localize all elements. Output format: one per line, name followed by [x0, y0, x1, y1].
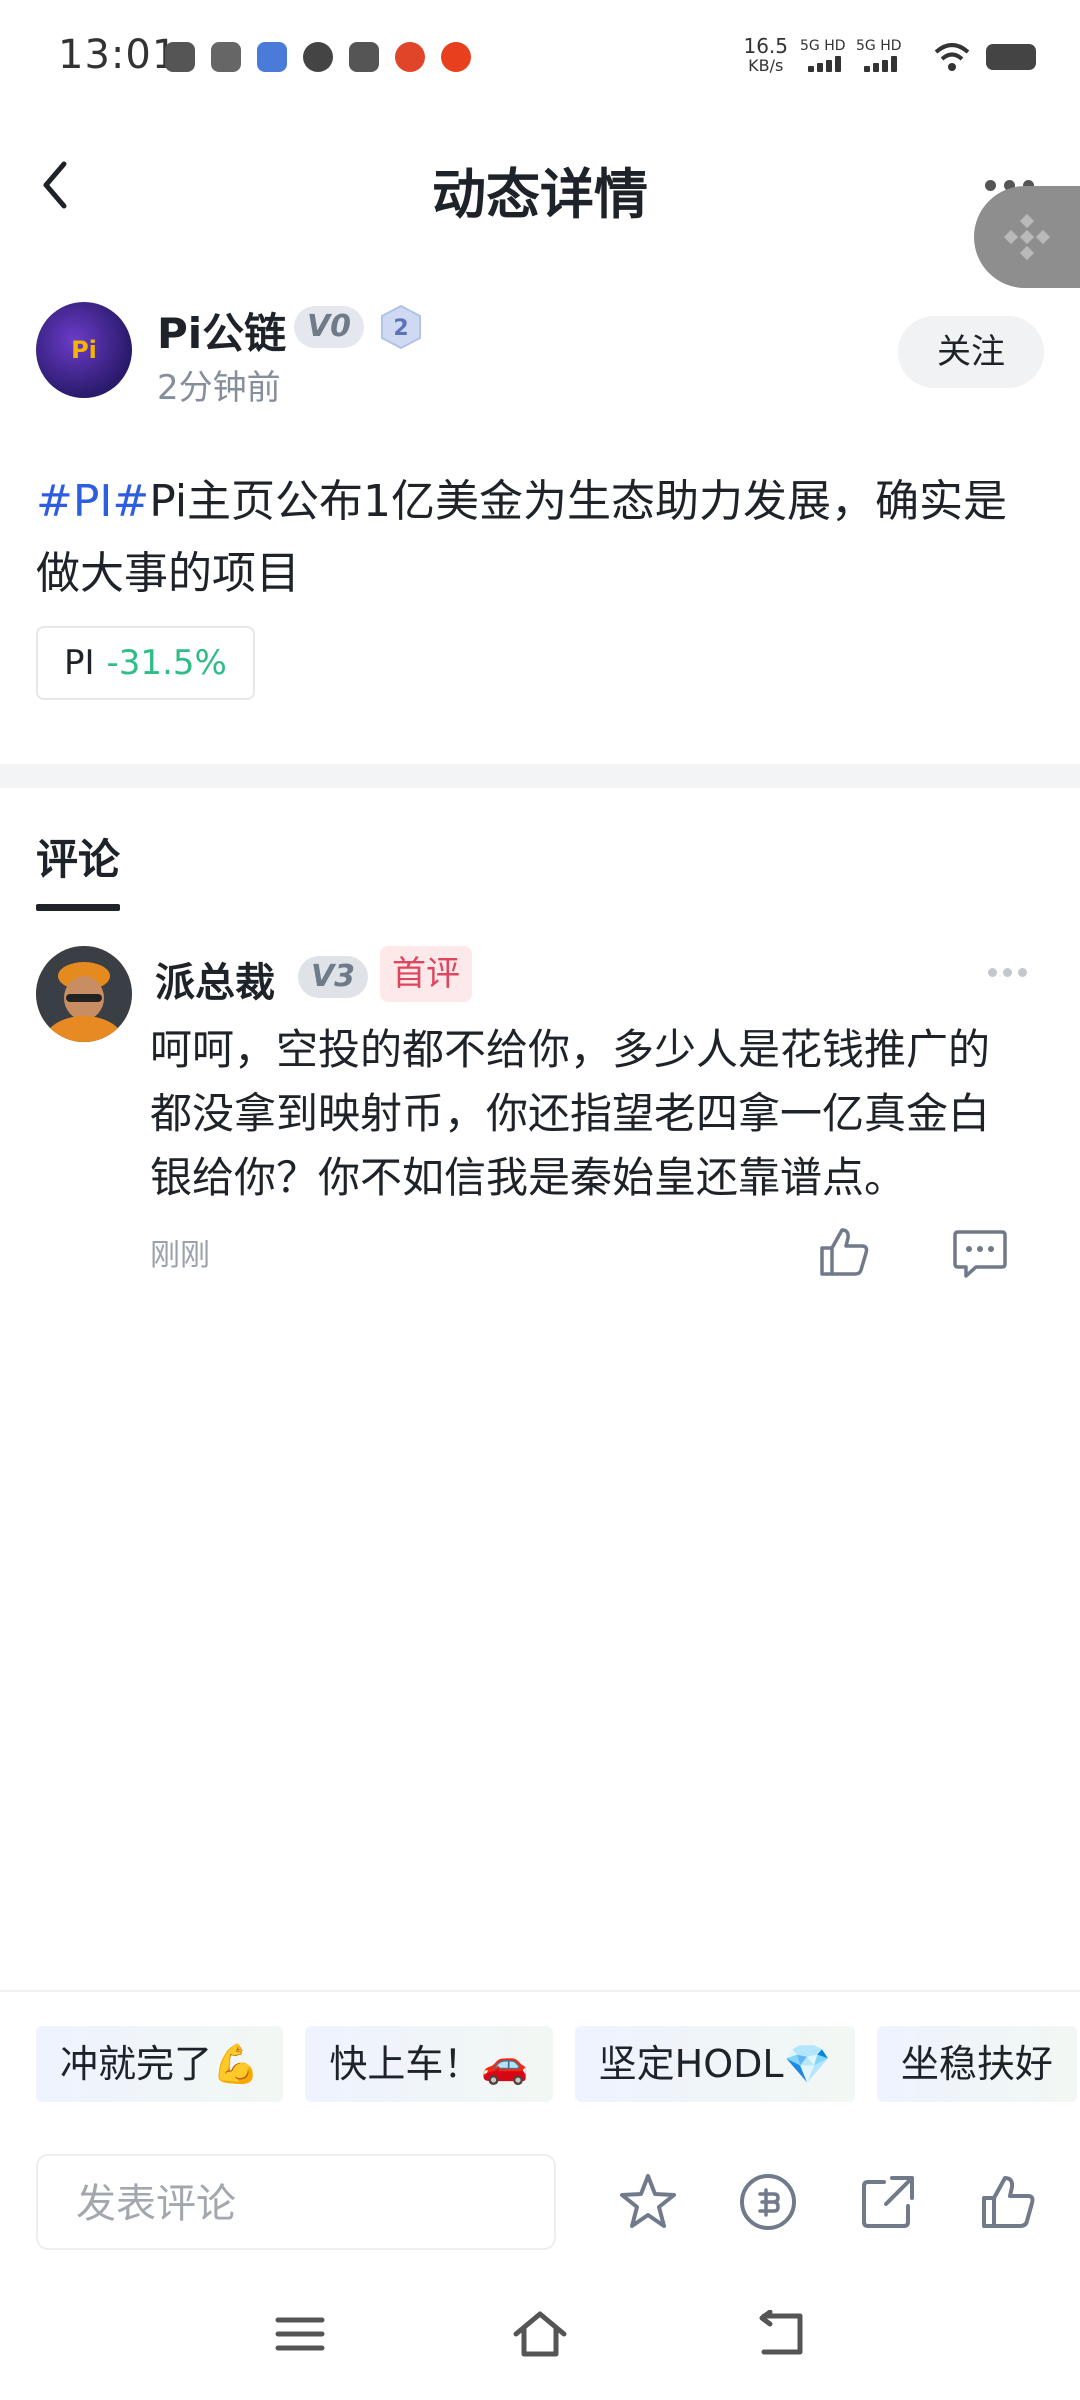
first-comment-badge: 首评	[380, 946, 472, 1002]
app-icon	[211, 42, 241, 72]
telegram-icon	[349, 42, 379, 72]
section-divider	[0, 764, 1080, 788]
quick-reply-chip[interactable]: 冲就完了💪	[36, 2026, 284, 2102]
back-nav-icon[interactable]	[752, 2310, 808, 2358]
author-level-badge: V0	[294, 306, 364, 348]
wechat-icon	[165, 42, 195, 72]
net-speed: 16.5 KB/s	[743, 36, 788, 76]
reply-icon[interactable]	[952, 1228, 1008, 1280]
author-avatar[interactable]: Pi	[36, 302, 132, 398]
binance-float-button[interactable]	[974, 186, 1080, 288]
wifi-icon	[934, 43, 970, 71]
net-speed-value: 16.5	[743, 34, 788, 58]
quick-reply-chip[interactable]: 坐稳扶好	[876, 2026, 1077, 2102]
comment-text: 呵呵，空投的都不给你，多少人是花钱推广的都没拿到映射币，你还指望老四拿一亿真金白…	[150, 1025, 991, 1202]
commenter-name[interactable]: 派总裁	[155, 950, 275, 1008]
commenter-avatar-image	[36, 946, 132, 1042]
quick-reply-bar: 冲就完了💪 快上车！🚗 坚定HODL💎 坐稳扶好	[36, 2026, 1080, 2102]
star-icon[interactable]	[618, 2172, 678, 2232]
bottom-divider	[0, 1990, 1080, 1992]
search-app-icon	[303, 42, 333, 72]
author-name[interactable]: Pi公链	[157, 300, 286, 361]
comment-input[interactable]: 发表评论	[36, 2154, 556, 2250]
post-body-text: Pi主页公布1亿美金为生态助力发展，确实是做大事的项目	[36, 476, 1008, 599]
share-icon[interactable]	[858, 2172, 918, 2232]
rank-badge-number: 2	[393, 316, 408, 341]
coin-change: -31.5%	[106, 643, 227, 683]
tab-comments[interactable]: 评论	[36, 826, 120, 887]
net-speed-unit: KB/s	[748, 56, 784, 75]
avatar-logo-text: Pi	[71, 336, 97, 364]
page-title: 动态详情	[432, 163, 648, 226]
comment-more-icon[interactable]	[985, 962, 1030, 981]
binance-icon	[1003, 213, 1051, 261]
status-bar: 13:01 16.5 KB/s 5G HD 5G HD	[0, 0, 1080, 112]
post-hashtag[interactable]: #PI#	[36, 476, 149, 527]
commenter-avatar[interactable]	[36, 946, 132, 1042]
tab-indicator	[36, 904, 120, 911]
commenter-level-badge: V3	[298, 956, 368, 998]
tip-icon[interactable]	[738, 2172, 798, 2232]
battery-icon	[986, 44, 1036, 70]
chart-app-icon	[257, 42, 287, 72]
notify-icon	[395, 42, 425, 72]
home-icon[interactable]	[512, 2310, 568, 2358]
post-time: 2分钟前	[157, 368, 281, 408]
signal-2-icon	[864, 56, 902, 72]
menu-icon[interactable]	[272, 2310, 328, 2358]
post-body: #PI#Pi主页公布1亿美金为生态助力发展，确实是做大事的项目	[36, 466, 1046, 610]
quick-reply-chip[interactable]: 快上车！🚗	[305, 2026, 553, 2102]
rank-badge-icon: 2	[381, 304, 421, 350]
like-icon[interactable]	[978, 2172, 1038, 2232]
like-icon[interactable]	[816, 1224, 872, 1280]
signal-1-icon	[808, 56, 846, 72]
signal-label-1: 5G HD	[800, 38, 846, 54]
follow-button[interactable]: 关注	[898, 316, 1044, 388]
coin-chip[interactable]: PI -31.5%	[36, 626, 255, 700]
quick-reply-chip[interactable]: 坚定HODL💎	[574, 2026, 855, 2102]
signal-label-2: 5G HD	[856, 38, 902, 54]
notify-icon-2	[441, 42, 471, 72]
coin-symbol: PI	[64, 643, 95, 683]
status-time: 13:01	[58, 32, 179, 78]
comment-time: 刚刚	[150, 1238, 210, 1273]
